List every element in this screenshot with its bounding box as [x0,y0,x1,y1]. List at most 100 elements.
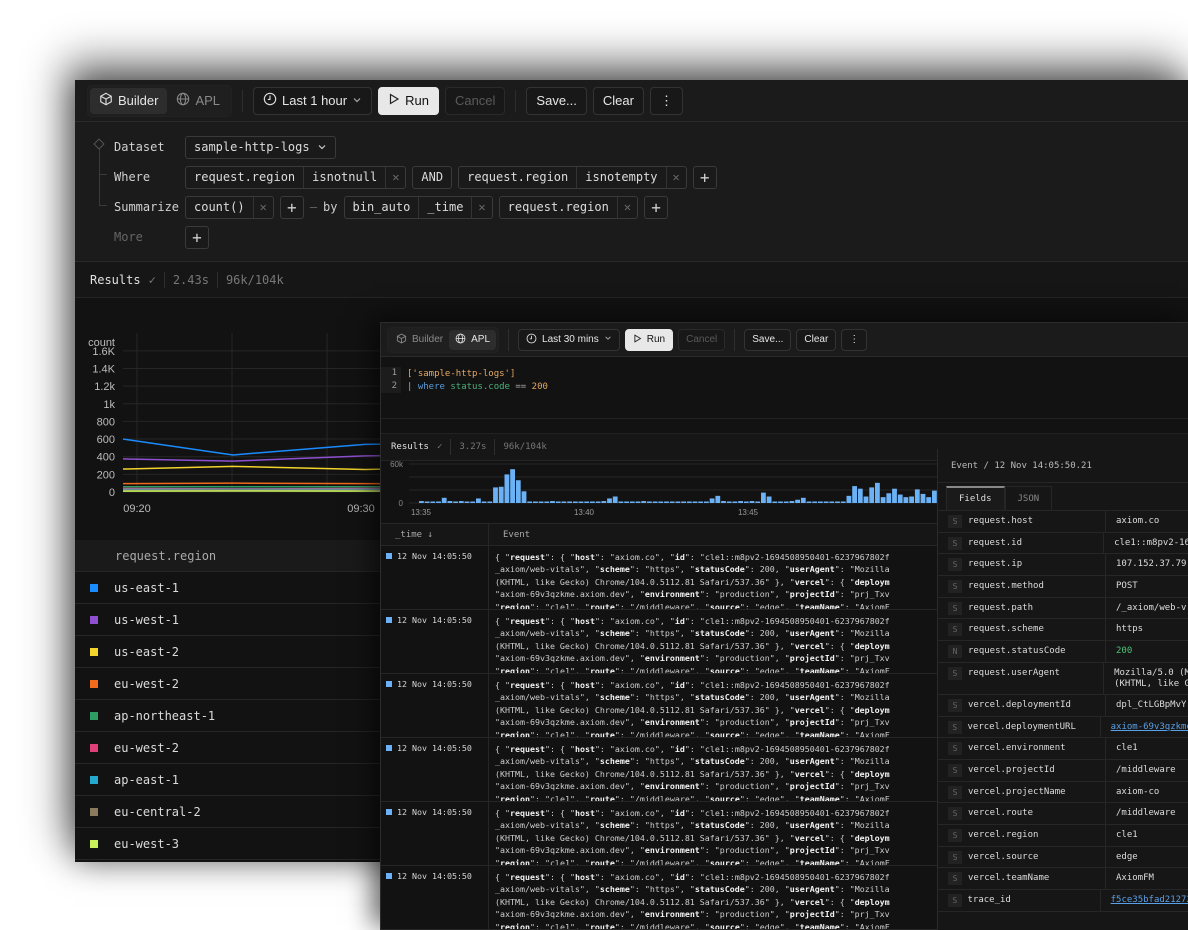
remove-icon[interactable]: ✕ [254,197,273,218]
field-row[interactable]: Srequest.userAgent Mozilla/5.0 (M (KHTML, … [938,662,1188,695]
field-row[interactable]: Srequest.path /_axiom/web-v [938,597,1188,620]
field-row[interactable]: Svercel.projectId/middleware [938,759,1188,782]
remove-icon[interactable]: ✕ [386,167,405,188]
table-row[interactable]: 12 Nov 14:05:50 { "request": { "host": "a… [381,738,937,802]
dataset-select[interactable]: sample-http-logs [185,135,336,159]
add-filter-button[interactable]: + [692,165,717,189]
field-value[interactable]: axiom-69v3qzkme [1101,717,1188,738]
histogram-bar [430,501,436,503]
legend-item[interactable]: eu-central-2 [75,796,385,828]
cube-icon [396,333,407,347]
table-row[interactable]: 12 Nov 14:05:50 { "request": { "host": "a… [381,802,937,866]
legend-table: request.region us-east-1 us-west-1 us-east… [75,540,385,860]
clear-button[interactable]: Clear [796,328,837,351]
field-row[interactable]: Svercel.deploymentURL axiom-69v3qzkme [938,716,1188,739]
color-swatch [90,647,98,656]
histogram-bar [800,497,806,503]
table-row[interactable]: 12 Nov 14:05:50 { "request": { "host": "a… [381,674,937,738]
table-row[interactable]: 12 Nov 14:05:50 { "request": { "host": "a… [381,866,937,930]
save-button[interactable]: Save... [744,328,792,351]
row-marker-icon [386,809,392,815]
field-row[interactable]: Srequest.scheme https [938,619,1188,642]
more-options-button[interactable]: ⋮ [841,328,868,351]
group-by-time-chip[interactable]: bin_auto _time ✕ [343,195,493,219]
field-row[interactable]: Svercel.deploymentId dpl_CtLGBpMvY [938,694,1188,717]
field-row[interactable]: Strace_id f5ce35bfad21272 [938,890,1188,912]
histogram-bar [607,498,612,503]
legend-item[interactable]: ap-east-1 [75,764,385,796]
save-button[interactable]: Save... [526,86,587,115]
legend-item[interactable]: us-west-1 [75,604,385,636]
field-row[interactable]: Srequest.ip 107.152.37.79 [938,554,1188,577]
event-line: _axiom/web-vitals", "scheme": "https", "… [495,564,890,575]
field-value[interactable]: f5ce35bfad21272 [1101,890,1188,911]
remove-icon[interactable]: ✕ [618,197,637,218]
time-range-dropdown[interactable]: Last 1 hour [253,86,373,115]
field-row[interactable]: Srequest.host axiom.co [938,511,1188,533]
legend-item[interactable]: eu-west-2 [75,668,385,700]
event-json: { "request": { "host": "axiom.co", "id":… [489,610,890,673]
add-group-button[interactable]: + [644,195,669,219]
tab-fields[interactable]: Fields [946,486,1005,510]
histogram-bar [584,501,590,503]
legend-item[interactable]: us-east-1 [75,572,385,604]
clear-button[interactable]: Clear [592,86,644,115]
run-button[interactable]: Run [624,328,674,351]
time-range-dropdown[interactable]: Last 30 mins [518,328,620,351]
legend-item[interactable]: ap-northeast-1 [75,700,385,732]
field-row[interactable]: Svercel.environment cle1 [938,738,1188,760]
mode-builder-tab[interactable]: Builder [90,87,168,114]
type-badge: S [948,515,962,528]
where-row: Where request.region isnotnull ✕ AND req… [89,162,1188,192]
field-row[interactable]: Nrequest.statusCode 200 [938,641,1188,663]
mode-builder-tab[interactable]: Builder [390,330,449,350]
event-line: "axiom-69v3qzkme.axiom.dev", "environmen… [495,589,890,600]
remove-icon[interactable]: ✕ [667,167,686,188]
table-row[interactable]: 12 Nov 14:05:50 { "request": { "host": "a… [381,610,937,674]
histogram-bar [914,489,920,503]
where-label: Where [114,170,151,184]
histogram-bar [818,501,823,503]
color-swatch [90,583,98,592]
where-filter-chip[interactable]: request.region isnotnull ✕ [185,165,407,189]
add-clause-button[interactable]: + [185,225,209,249]
dataset-literal: ['sample-http-logs'] [407,368,516,379]
field-row[interactable]: Svercel.route/middleware [938,803,1188,825]
legend-item[interactable]: eu-west-2 [75,732,385,764]
keyword-where: where [417,381,445,392]
summarize-row: Summarize count() ✕ + – by bin_auto _tim… [89,192,1188,222]
field-row[interactable]: Svercel.projectName axiom-co [938,781,1188,804]
mode-apl-tab[interactable]: APL [449,329,497,350]
cancel-button[interactable]: Cancel [678,328,726,351]
aggregation-chip[interactable]: count() ✕ [185,195,274,219]
add-aggregation-button[interactable]: + [279,195,304,219]
mode-apl-tab[interactable]: APL [167,88,229,114]
field-row[interactable]: Svercel.region cle1 [938,824,1188,847]
field-row[interactable]: Srequest.method POST [938,576,1188,598]
field-row[interactable]: Svercel.source edge [938,846,1188,869]
event-line: (KHTML, like Gecko) Chrome/104.0.5112.81… [495,576,890,587]
remove-icon[interactable]: ✕ [472,197,491,218]
legend-item[interactable]: eu-west-3 [75,828,385,860]
group-by-field-chip[interactable]: request.region ✕ [498,195,639,219]
type-badge: S [948,850,962,864]
where-filter-chip[interactable]: request.region isnotempty ✕ [458,165,687,189]
cancel-button[interactable]: Cancel [444,86,506,115]
run-button[interactable]: Run [378,86,439,115]
event-json: { "request": { "host": "axiom.co", "id":… [489,546,890,609]
legend-item[interactable]: us-east-2 [75,636,385,668]
table-row[interactable]: 12 Nov 14:05:50 { "request": { "host": "a… [381,546,937,610]
and-operator[interactable]: AND [412,165,453,189]
y-axis-label: count [88,337,115,349]
histogram-bar [897,494,903,503]
field-row[interactable]: Svercel.teamName AxiomFM [938,868,1188,890]
field-row[interactable]: Srequest.id cle1::m8pv2-16 [938,532,1188,555]
more-options-button[interactable]: ⋮ [649,86,683,115]
tab-json[interactable]: JSON [1004,486,1053,510]
type-badge: S [948,785,962,799]
column-time[interactable]: _time ↓ [381,524,489,545]
apl-editor[interactable]: 1 ['sample-http-logs'] 2 | where status.… [381,357,1188,419]
histogram-bar [521,491,527,503]
number-literal: 200 [531,381,548,392]
mode-switch: Builder APL [387,326,500,353]
